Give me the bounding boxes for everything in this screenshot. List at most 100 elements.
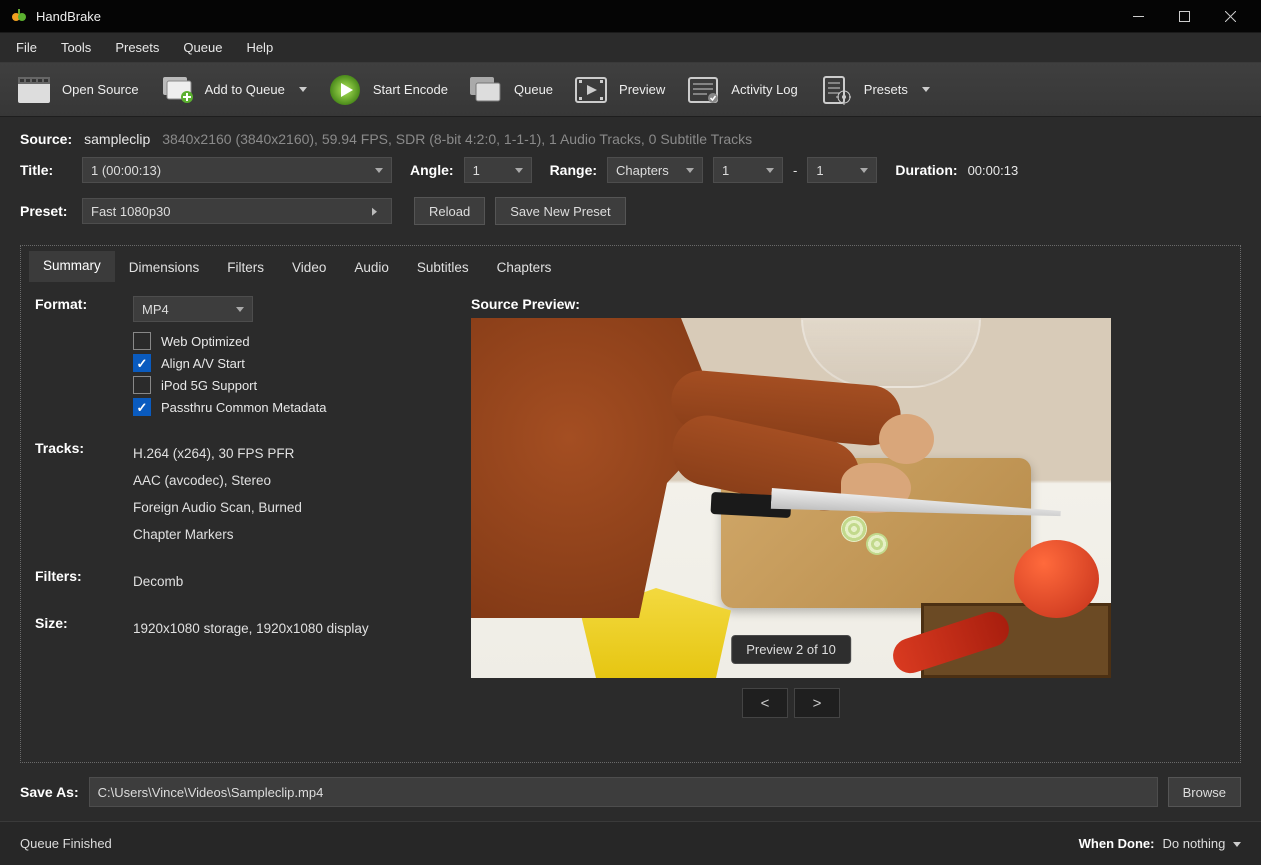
ipod-checkbox[interactable] xyxy=(133,376,151,394)
range-type-value: Chapters xyxy=(616,163,669,178)
range-to-select[interactable]: 1 xyxy=(807,157,877,183)
size-value: 1920x1080 storage, 1920x1080 display xyxy=(133,615,369,642)
source-preview-label: Source Preview: xyxy=(471,296,1226,312)
play-icon xyxy=(327,72,363,108)
title-label: Title: xyxy=(20,162,72,178)
menubar: File Tools Presets Queue Help xyxy=(0,32,1261,63)
film-icon xyxy=(16,72,52,108)
save-as-input[interactable] xyxy=(89,777,1158,807)
preview-next-button[interactable]: > xyxy=(794,688,840,718)
source-name: sampleclip xyxy=(84,131,150,147)
preview-button[interactable]: Preview xyxy=(563,68,675,112)
range-label: Range: xyxy=(550,162,597,178)
range-dash: - xyxy=(793,163,797,178)
maximize-button[interactable] xyxy=(1161,0,1207,32)
range-type-select[interactable]: Chapters xyxy=(607,157,703,183)
status-text: Queue Finished xyxy=(20,836,112,851)
presets-icon xyxy=(818,72,854,108)
align-av-checkbox[interactable] xyxy=(133,354,151,372)
duration-label: Duration: xyxy=(895,162,957,178)
statusbar: Queue Finished When Done: Do nothing xyxy=(0,821,1261,865)
add-to-queue-label: Add to Queue xyxy=(205,82,285,97)
tab-summary[interactable]: Summary xyxy=(29,251,115,282)
titlebar: HandBrake xyxy=(0,0,1261,32)
tab-video[interactable]: Video xyxy=(278,253,340,282)
close-button[interactable] xyxy=(1207,0,1253,32)
preset-value: Fast 1080p30 xyxy=(91,204,171,219)
bowl-shape xyxy=(801,318,981,388)
align-av-label: Align A/V Start xyxy=(161,356,245,371)
chevron-down-icon xyxy=(1233,842,1241,847)
passthru-checkbox[interactable] xyxy=(133,398,151,416)
reload-button[interactable]: Reload xyxy=(414,197,485,225)
preview-label: Preview xyxy=(619,82,665,97)
hand-shape xyxy=(879,414,934,464)
onion-shape xyxy=(841,516,867,542)
menu-help[interactable]: Help xyxy=(234,35,285,60)
images-plus-icon xyxy=(159,72,195,108)
start-encode-label: Start Encode xyxy=(373,82,448,97)
preview-prev-button[interactable]: < xyxy=(742,688,788,718)
tracks-label: Tracks: xyxy=(35,440,133,548)
when-done-label: When Done: xyxy=(1079,836,1155,851)
presets-button[interactable]: Presets xyxy=(808,68,940,112)
when-done-select[interactable]: Do nothing xyxy=(1162,836,1241,851)
when-done-value: Do nothing xyxy=(1162,836,1225,851)
format-label: Format: xyxy=(35,296,119,312)
queue-button[interactable]: Queue xyxy=(458,68,563,112)
web-optimized-label: Web Optimized xyxy=(161,334,250,349)
open-source-button[interactable]: Open Source xyxy=(6,68,149,112)
app-icon xyxy=(10,7,28,25)
range-to-value: 1 xyxy=(816,163,823,178)
preview-icon xyxy=(573,72,609,108)
ipod-label: iPod 5G Support xyxy=(161,378,257,393)
minimize-button[interactable] xyxy=(1115,0,1161,32)
menu-presets[interactable]: Presets xyxy=(103,35,171,60)
window-title: HandBrake xyxy=(36,9,101,24)
browse-button[interactable]: Browse xyxy=(1168,777,1241,807)
format-value: MP4 xyxy=(142,302,169,317)
menu-file[interactable]: File xyxy=(4,35,49,60)
source-label: Source: xyxy=(20,131,72,147)
menu-queue[interactable]: Queue xyxy=(171,35,234,60)
menu-tools[interactable]: Tools xyxy=(49,35,103,60)
tab-subtitles[interactable]: Subtitles xyxy=(403,253,483,282)
title-value: 1 (00:00:13) xyxy=(91,163,161,178)
activity-log-button[interactable]: Activity Log xyxy=(675,68,807,112)
filters-value: Decomb xyxy=(133,568,183,595)
tomato-shape xyxy=(1014,540,1099,618)
size-label: Size: xyxy=(35,615,133,642)
filters-label: Filters: xyxy=(35,568,133,595)
passthru-label: Passthru Common Metadata xyxy=(161,400,326,415)
tab-dimensions[interactable]: Dimensions xyxy=(115,253,214,282)
title-select[interactable]: 1 (00:00:13) xyxy=(82,157,392,183)
chevron-down-icon[interactable] xyxy=(299,87,307,92)
source-preview-image: Preview 2 of 10 xyxy=(471,318,1111,678)
angle-select[interactable]: 1 xyxy=(464,157,532,183)
save-new-preset-button[interactable]: Save New Preset xyxy=(495,197,625,225)
track-line: Foreign Audio Scan, Burned xyxy=(133,494,302,521)
tabs-panel: Summary Dimensions Filters Video Audio S… xyxy=(20,245,1241,763)
preset-label: Preset: xyxy=(20,203,72,219)
range-from-select[interactable]: 1 xyxy=(713,157,783,183)
format-select[interactable]: MP4 xyxy=(133,296,253,322)
tab-chapters[interactable]: Chapters xyxy=(483,253,566,282)
duration-value: 00:00:13 xyxy=(968,163,1019,178)
images-icon xyxy=(468,72,504,108)
add-to-queue-button[interactable]: Add to Queue xyxy=(149,68,317,112)
presets-toolbar-label: Presets xyxy=(864,82,908,97)
web-optimized-checkbox[interactable] xyxy=(133,332,151,350)
save-as-label: Save As: xyxy=(20,784,79,800)
open-source-label: Open Source xyxy=(62,82,139,97)
source-details: 3840x2160 (3840x2160), 59.94 FPS, SDR (8… xyxy=(162,131,752,147)
tab-filters[interactable]: Filters xyxy=(213,253,278,282)
preset-select[interactable]: Fast 1080p30 xyxy=(82,198,392,224)
track-line: Chapter Markers xyxy=(133,521,302,548)
chevron-down-icon[interactable] xyxy=(922,87,930,92)
tab-audio[interactable]: Audio xyxy=(340,253,403,282)
track-line: AAC (avcodec), Stereo xyxy=(133,467,302,494)
angle-value: 1 xyxy=(473,163,480,178)
preview-counter-badge: Preview 2 of 10 xyxy=(731,635,851,664)
log-icon xyxy=(685,72,721,108)
start-encode-button[interactable]: Start Encode xyxy=(317,68,458,112)
